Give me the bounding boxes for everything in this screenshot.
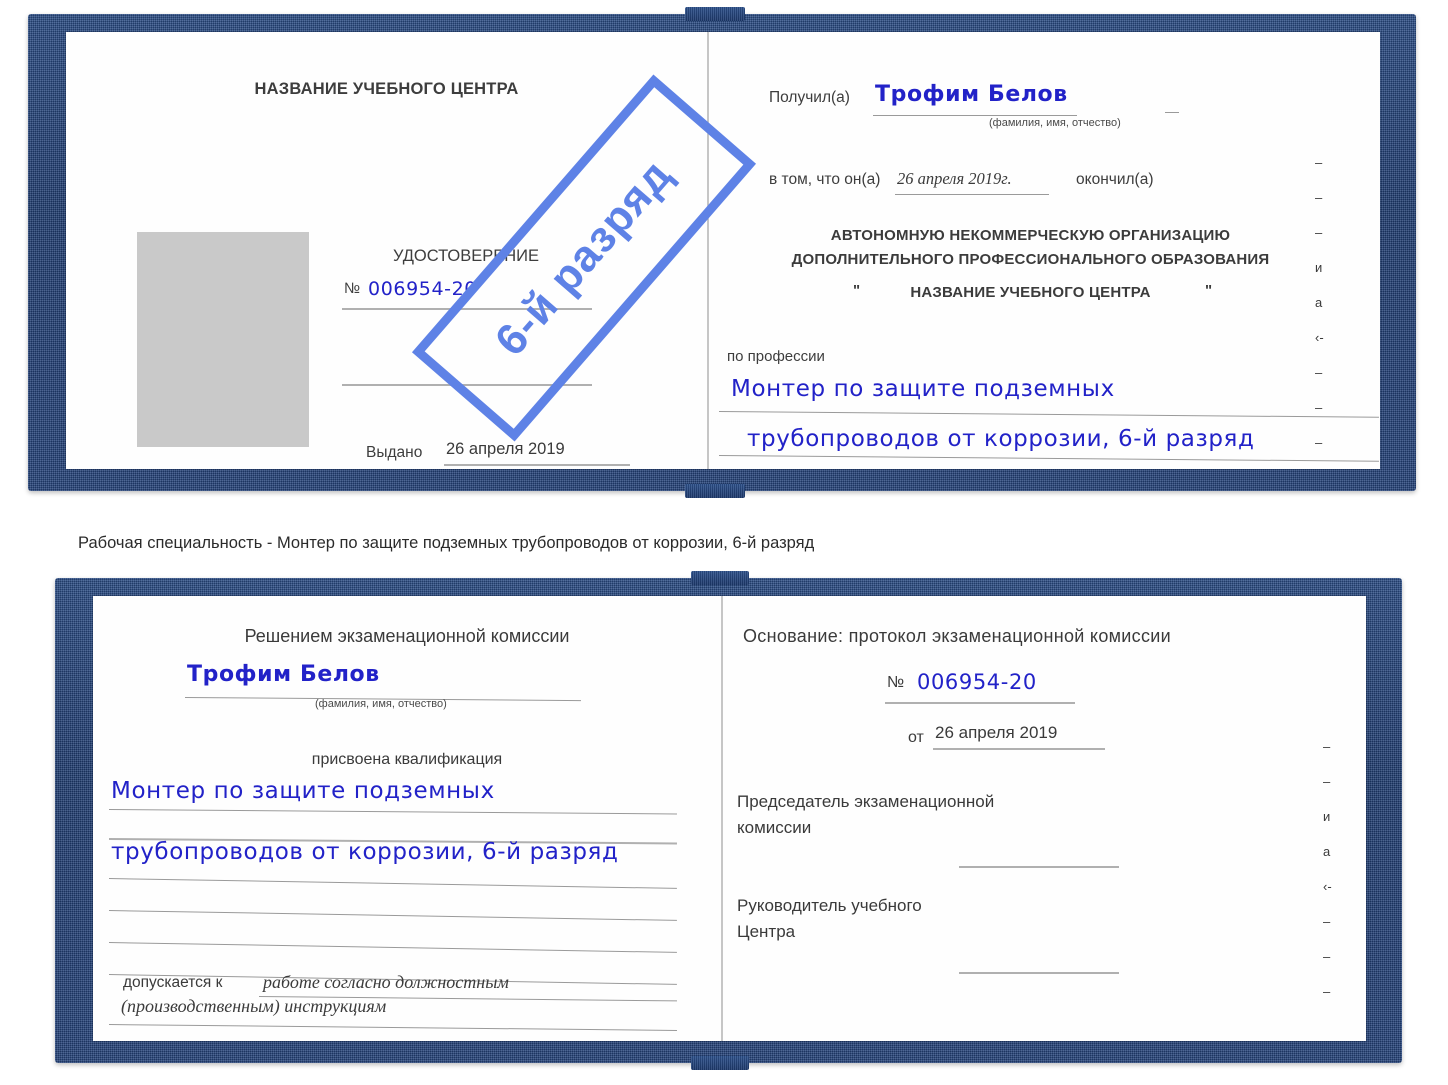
- leaf-mark: –: [1315, 400, 1323, 415]
- protocol-number-value: 006954-20: [917, 670, 1037, 694]
- certificate-bottom-pages: Решением экзаменационной комиссии Трофим…: [93, 596, 1366, 1041]
- leaf-mark: а: [1315, 295, 1323, 310]
- blank-line-1: [108, 878, 677, 889]
- admitted-value-line-2: (производственным) инструкциям: [121, 996, 387, 1016]
- profession-value-line-2: трубопроводов от коррозии, 6-й разряд: [747, 426, 1255, 452]
- qualification-line-1: Монтер по защите подземных: [111, 778, 495, 804]
- certificate-number-rule: [342, 308, 592, 310]
- profession-rule-1: [718, 411, 1379, 418]
- cover-notch-top-2: [691, 571, 749, 585]
- profession-rule-2: [718, 455, 1379, 462]
- protocol-date-label: от: [908, 729, 924, 746]
- leaf-mark: –: [1315, 155, 1323, 170]
- basis-label: Основание: протокол экзаменационной коми…: [743, 626, 1171, 646]
- leaf-mark: ‹-: [1315, 330, 1324, 345]
- bottom-left-page: Решением экзаменационной комиссии Трофим…: [93, 596, 721, 1041]
- profession-label: по профессии: [727, 348, 825, 365]
- org-name-line-2: ДОПОЛНИТЕЛЬНОГО ПРОФЕССИОНАЛЬНОГО ОБРАЗО…: [791, 251, 1270, 268]
- received-rule-tail: [1165, 112, 1179, 113]
- head-label-line-1: Руководитель учебного: [737, 896, 922, 915]
- leaf-mark: и: [1323, 809, 1331, 824]
- that-he-rule: [895, 194, 1049, 195]
- issued-rule: [444, 464, 630, 466]
- bottom-right-page: Основание: протокол экзаменационной коми…: [723, 596, 1366, 1041]
- head-label-line-2: Центра: [737, 922, 796, 941]
- org-name-line-3: НАЗВАНИЕ УЧЕБНОГО ЦЕНТРА: [910, 284, 1151, 301]
- certificate-number-value: 006954-20: [368, 278, 477, 300]
- qualification-label: присвоена квалификация: [311, 751, 503, 768]
- fio-hint-bottom: (фамилия, имя, отчество): [315, 698, 447, 710]
- protocol-date-value: 26 апреля 2019: [935, 723, 1058, 742]
- blank-rule-1: [342, 384, 592, 386]
- chairman-label-line-2: комиссии: [737, 818, 812, 837]
- graduate-name-value: Трофим Белов: [187, 662, 380, 687]
- chairman-label-line-1: Председатель экзаменационной: [737, 792, 995, 811]
- top-right-page: Получил(а) Трофим Белов (фамилия, имя, о…: [709, 32, 1380, 469]
- blank-line-2: [108, 910, 677, 921]
- blank-line-3: [108, 942, 677, 953]
- leaf-mark: –: [1323, 739, 1331, 754]
- leaf-mark: –: [1323, 984, 1331, 999]
- leaf-mark: ‹-: [1323, 879, 1332, 894]
- head-signature-rule: [959, 972, 1119, 974]
- inner-leaf-marks-bottom: – – и а ‹- – – –: [1323, 740, 1332, 1020]
- caption-text: Рабочая специальность - Монтер по защите…: [78, 534, 815, 552]
- qualification-rule-1: [108, 809, 677, 815]
- certificate-top-cover: НАЗВАНИЕ УЧЕБНОГО ЦЕНТРА УДОСТОВЕРЕНИЕ №…: [28, 7, 1416, 498]
- leaf-mark: –: [1315, 225, 1323, 240]
- document-type-label: УДОСТОВЕРЕНИЕ: [392, 247, 540, 265]
- qualification-line-2: трубопроводов от коррозии, 6-й разряд: [111, 839, 619, 865]
- that-he-label: в том, что он(а): [769, 171, 881, 188]
- that-he-value: 26 апреля 2019г.: [897, 169, 1012, 188]
- certificate-bottom-cover: Решением экзаменационной комиссии Трофим…: [55, 571, 1402, 1070]
- admitted-rule-2: [108, 1024, 677, 1031]
- org-quote-close: ": [1205, 282, 1213, 299]
- org-name-line-1: АВТОНОМНУЮ НЕКОММЕРЧЕСКУЮ ОРГАНИЗАЦИЮ: [830, 227, 1231, 244]
- top-left-page: НАЗВАНИЕ УЧЕБНОГО ЦЕНТРА УДОСТОВЕРЕНИЕ №…: [66, 32, 707, 469]
- admitted-label: допускается к: [123, 974, 223, 991]
- leaf-mark: –: [1323, 914, 1331, 929]
- protocol-number-rule: [885, 702, 1075, 704]
- received-value: Трофим Белов: [875, 82, 1068, 107]
- leaf-mark: –: [1315, 365, 1323, 380]
- leaf-mark: и: [1315, 260, 1323, 275]
- received-label: Получил(а): [769, 89, 850, 106]
- commission-decision-title: Решением экзаменационной комиссии: [244, 626, 570, 646]
- fio-hint-top: (фамилия, имя, отчество): [989, 117, 1121, 129]
- leaf-mark: –: [1315, 435, 1323, 450]
- received-rule: [873, 115, 1077, 116]
- issued-label: Выдано: [366, 444, 423, 461]
- protocol-number-label: №: [887, 674, 905, 691]
- leaf-mark: –: [1323, 949, 1331, 964]
- cover-notch-top: [685, 7, 745, 21]
- finished-label: окончил(а): [1076, 171, 1154, 188]
- cover-notch-bottom-2: [691, 1056, 749, 1070]
- cover-notch-bottom: [685, 484, 745, 498]
- issued-value: 26 апреля 2019: [446, 440, 565, 458]
- page-title-training-center: НАЗВАНИЕ УЧЕБНОГО ЦЕНТРА: [254, 80, 519, 98]
- certificate-number-label: №: [344, 280, 361, 297]
- inner-leaf-marks-top: – – – и а ‹- – – – –: [1315, 156, 1324, 469]
- certificate-top-pages: НАЗВАНИЕ УЧЕБНОГО ЦЕНТРА УДОСТОВЕРЕНИЕ №…: [66, 32, 1380, 469]
- leaf-mark: –: [1315, 190, 1323, 205]
- chairman-signature-rule: [959, 866, 1119, 868]
- leaf-mark: а: [1323, 844, 1331, 859]
- protocol-date-rule: [933, 748, 1105, 750]
- profession-value-line-1: Монтер по защите подземных: [731, 376, 1115, 402]
- admitted-value-line-1: работе согласно должностным: [263, 972, 509, 992]
- leaf-mark: –: [1323, 774, 1331, 789]
